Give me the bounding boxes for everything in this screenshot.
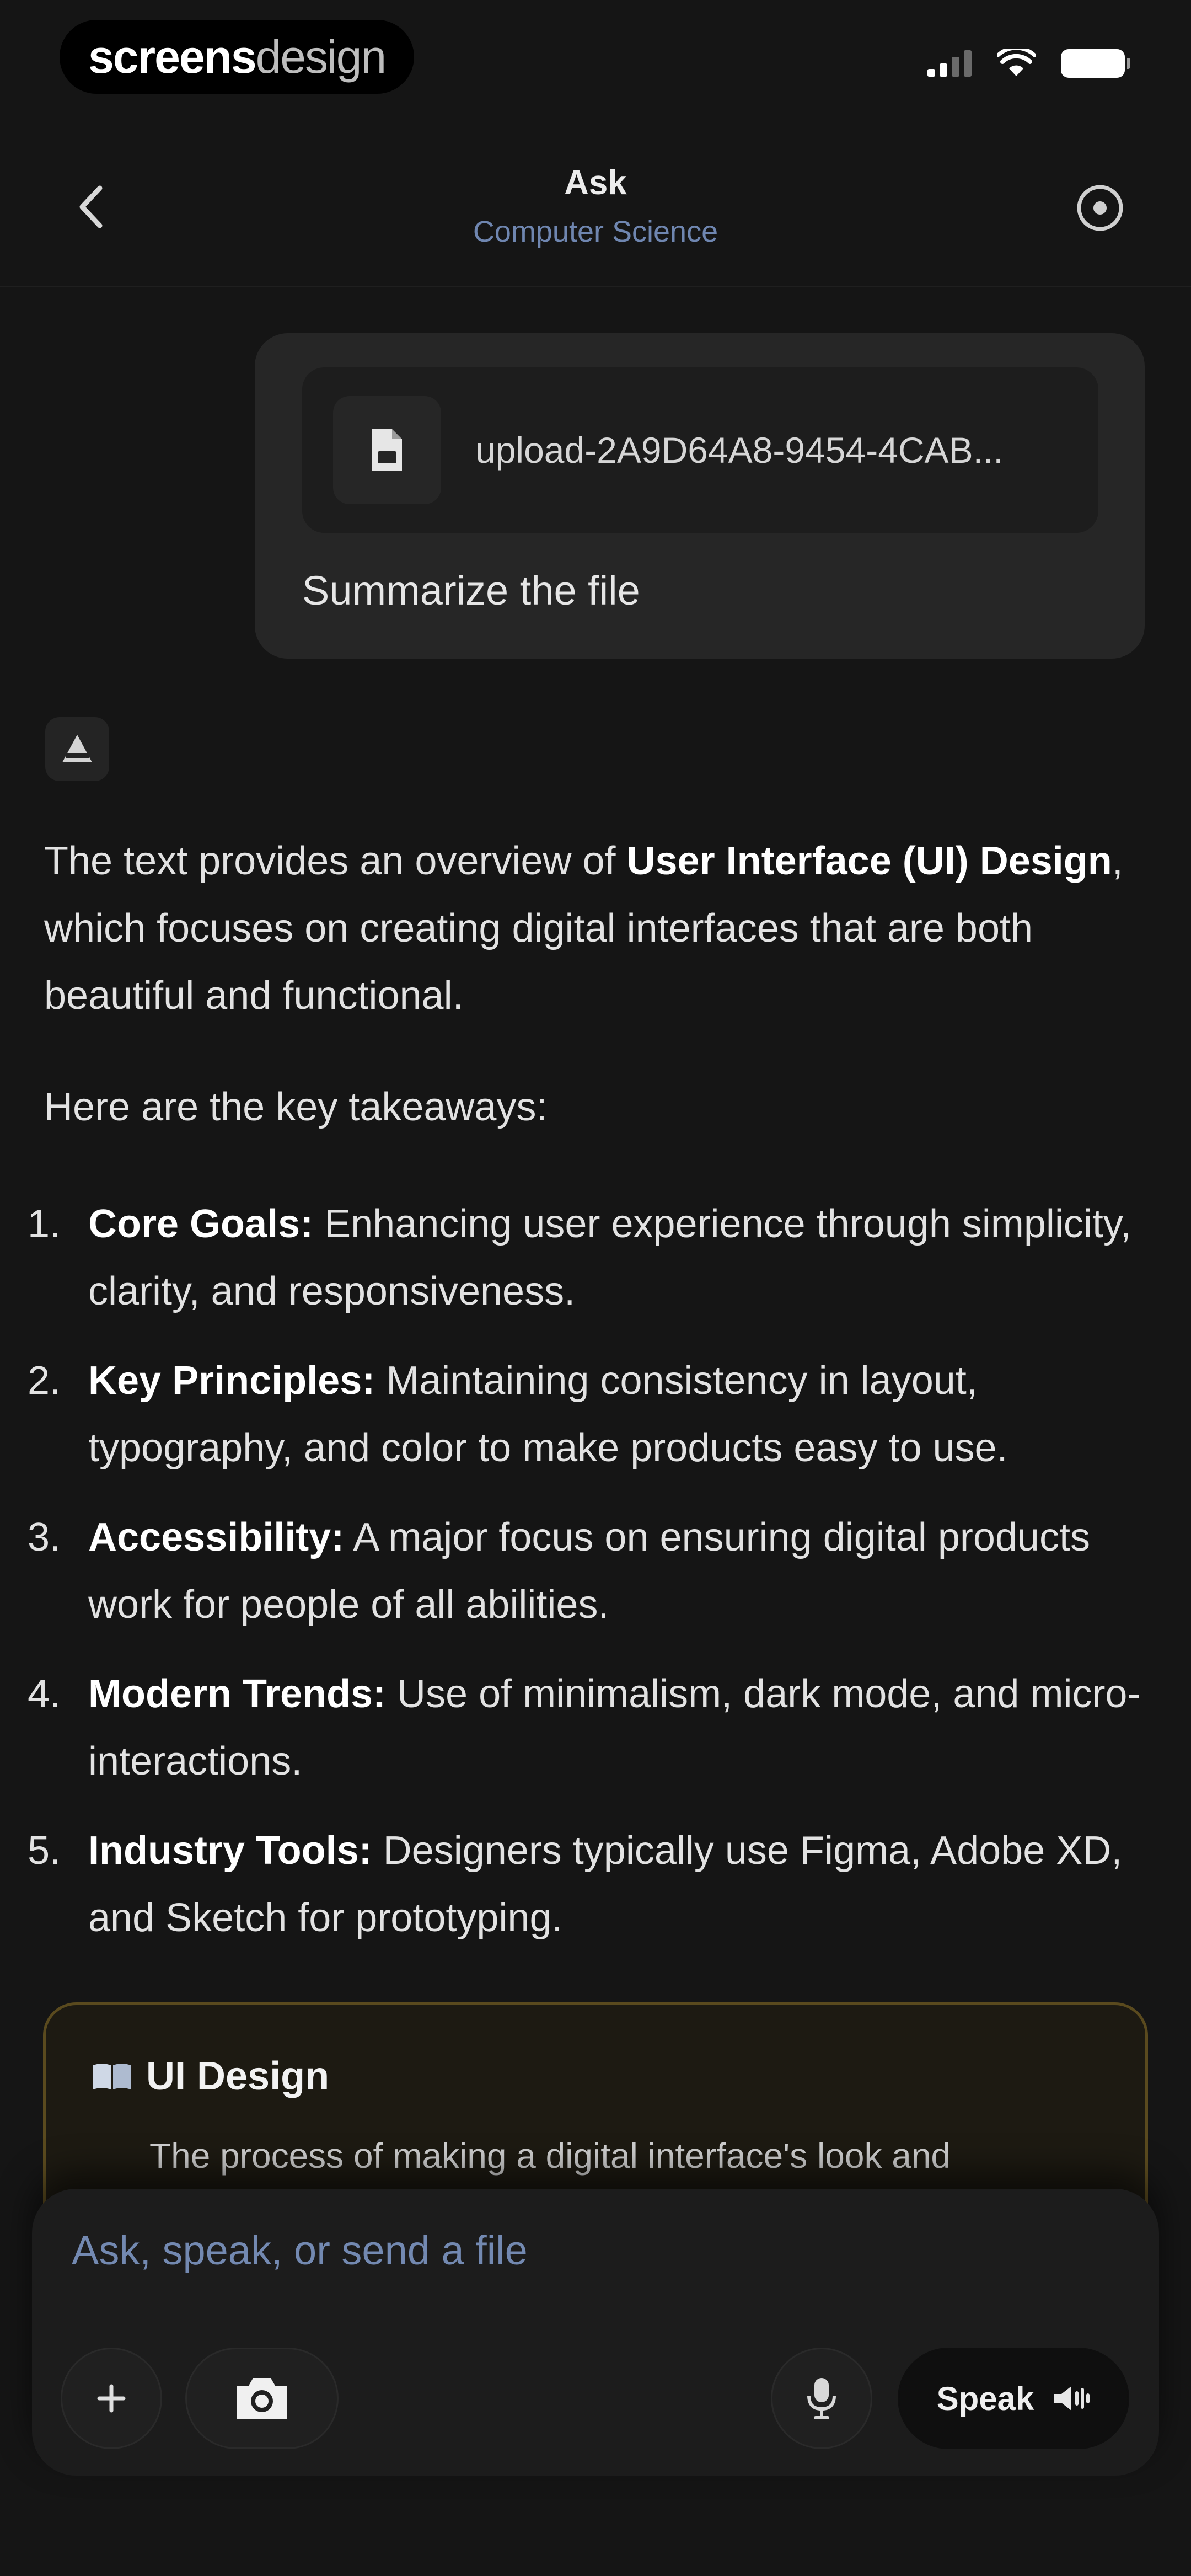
assistant-avatar <box>45 717 109 781</box>
list-item: 2. Key Principles: Maintaining consistenc… <box>28 1347 1147 1482</box>
camera-button[interactable] <box>185 2348 339 2449</box>
file-attachment[interactable]: upload-2A9D64A8-9454-4CAB... <box>302 367 1098 533</box>
list-number: 5. <box>28 1829 61 1873</box>
plus-icon <box>97 2384 126 2413</box>
assistant-message: The text provides an overview of User In… <box>28 827 1147 1974</box>
open-book-icon <box>93 2064 131 2089</box>
takeaways-list: 1. Core Goals: Enhancing user experience … <box>28 1190 1147 1952</box>
microphone-icon <box>807 2378 836 2419</box>
brand-bold-text: screens <box>88 30 257 83</box>
speaker-wave-icon <box>1054 2386 1090 2411</box>
page-subtitle: Computer Science <box>473 215 718 248</box>
page-title: Ask <box>564 164 627 202</box>
definition-title: UI Design <box>146 2054 330 2098</box>
brand-light-text: design <box>255 30 387 83</box>
list-item-title: Industry Tools: <box>88 1829 372 1873</box>
status-icons <box>927 49 1130 78</box>
definition-text: The process of making a digital interfac… <box>149 2136 951 2176</box>
list-item-title: Core Goals: <box>88 1202 314 1246</box>
nav-title-group: Ask Computer Science <box>0 163 1191 249</box>
speak-button[interactable]: Speak <box>898 2348 1129 2449</box>
list-item-title: Modern Trends: <box>88 1672 387 1716</box>
intro-highlight: User Interface (UI) Design <box>626 839 1112 883</box>
file-name: upload-2A9D64A8-9454-4CAB... <box>475 430 1004 471</box>
intro-text-start: The text provides an overview of <box>44 839 627 883</box>
signal-icon <box>927 50 972 77</box>
list-number: 3. <box>28 1515 61 1559</box>
ask-screen: screens design Ask Computer Science uplo… <box>0 0 1191 2576</box>
document-icon <box>372 429 402 471</box>
list-number: 2. <box>28 1359 61 1403</box>
list-item: 4. Modern Trends: Use of minimalism, dark… <box>28 1660 1147 1795</box>
assistant-lead: Here are the key takeaways: <box>44 1085 548 1129</box>
list-item: 3. Accessibility: A major focus on ensuri… <box>28 1504 1147 1638</box>
wifi-icon <box>997 49 1036 76</box>
file-icon-box <box>333 396 441 504</box>
message-composer: Speak <box>32 2189 1159 2476</box>
list-item: 5. Industry Tools: Designers typically us… <box>28 1817 1147 1952</box>
camera-icon <box>237 2378 287 2419</box>
list-number: 1. <box>28 1202 61 1246</box>
definition-title-row: UI Design <box>91 2054 329 2099</box>
status-bar: screens design <box>0 0 1191 110</box>
battery-icon <box>1061 49 1130 78</box>
user-message-bubble: upload-2A9D64A8-9454-4CAB... Summarize t… <box>255 333 1145 659</box>
message-input[interactable] <box>72 2220 1119 2280</box>
speak-button-label: Speak <box>936 2380 1034 2417</box>
list-item-title: Key Principles: <box>88 1359 375 1403</box>
add-button[interactable] <box>61 2348 162 2449</box>
microphone-button[interactable] <box>771 2348 872 2449</box>
list-number: 4. <box>28 1672 61 1716</box>
info-circle-icon <box>1077 185 1123 231</box>
assistant-intro: The text provides an overview of User In… <box>44 827 1147 1029</box>
list-item-title: Accessibility: <box>88 1515 345 1559</box>
brand-logo: screens design <box>60 20 415 94</box>
info-button[interactable] <box>1070 178 1130 238</box>
nav-header: Ask Computer Science <box>0 138 1191 287</box>
user-message-text: Summarize the file <box>302 568 640 613</box>
list-item: 1. Core Goals: Enhancing user experience … <box>28 1190 1147 1325</box>
assistant-logo-icon <box>62 735 92 762</box>
